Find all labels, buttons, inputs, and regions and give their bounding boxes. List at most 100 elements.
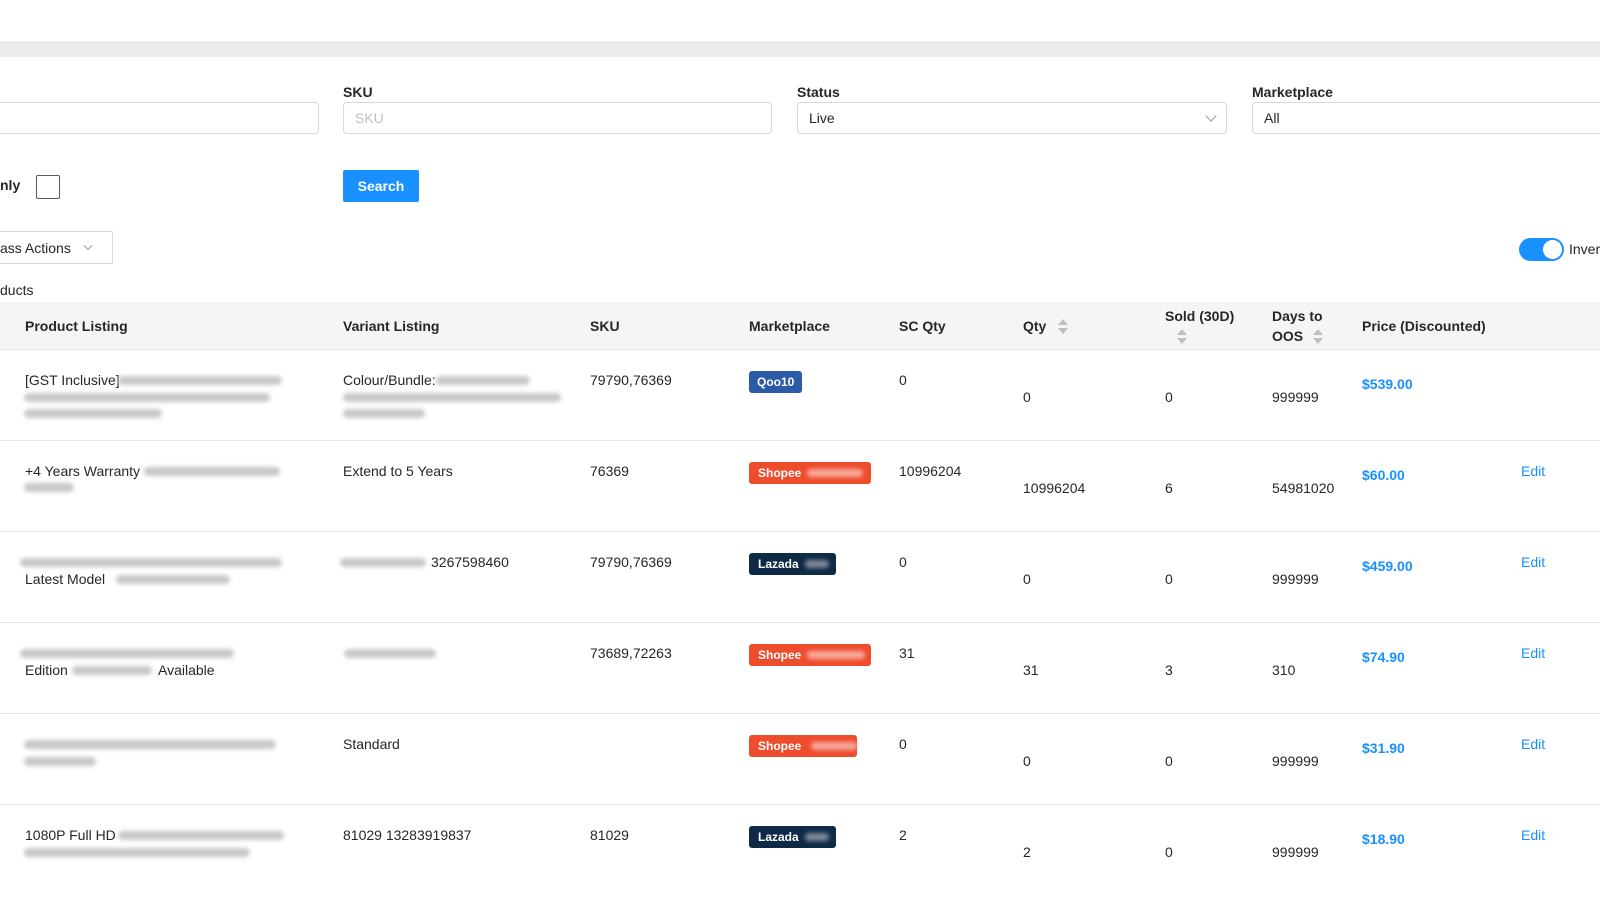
price-cell: $459.00 bbox=[1362, 558, 1413, 574]
redacted-text bbox=[804, 560, 829, 568]
mass-actions-dropdown[interactable]: ass Actions bbox=[0, 231, 113, 264]
days-to-oos-cell: 310 bbox=[1272, 662, 1296, 678]
column-header-marketplace[interactable]: Marketplace bbox=[749, 316, 830, 336]
edit-link[interactable]: Edit bbox=[1521, 554, 1545, 570]
redacted-text bbox=[24, 409, 162, 418]
marketplace-badge-lazada: Lazada bbox=[749, 826, 836, 848]
sold-cell: 0 bbox=[1165, 753, 1173, 769]
redacted-text bbox=[116, 575, 230, 584]
qty-sort-icon[interactable] bbox=[1058, 319, 1068, 335]
table-row: 1080P Full HD 81029 13283919837 81029 La… bbox=[0, 805, 1600, 900]
column-header-qty[interactable]: Qty bbox=[1023, 316, 1046, 336]
sku-cell: 81029 bbox=[590, 827, 629, 843]
badge-label: Qoo10 bbox=[757, 375, 795, 389]
sku-cell: 79790,76369 bbox=[590, 372, 672, 388]
qty-cell: 10996204 bbox=[1023, 480, 1086, 496]
only-checkbox-label: nly bbox=[0, 177, 21, 193]
days-sort-icon[interactable] bbox=[1313, 329, 1323, 345]
days-to-oos-cell: 999999 bbox=[1272, 753, 1319, 769]
redacted-text bbox=[24, 483, 74, 492]
column-header-variant-listing[interactable]: Variant Listing bbox=[343, 316, 439, 336]
product-listing-text: 1080P Full HD bbox=[25, 827, 116, 843]
qty-cell: 2 bbox=[1023, 844, 1031, 860]
sku-cell: 79790,76369 bbox=[590, 554, 672, 570]
sold-sort-icon[interactable] bbox=[1177, 329, 1187, 345]
inventory-toggle[interactable] bbox=[1519, 238, 1564, 261]
marketplace-badge-shopee: Shopee bbox=[749, 735, 857, 757]
sold-cell: 0 bbox=[1165, 389, 1173, 405]
chevron-down-icon bbox=[1205, 110, 1217, 122]
price-cell: $74.90 bbox=[1362, 649, 1405, 665]
table-header: Product Listing Variant Listing SKU Mark… bbox=[0, 302, 1600, 350]
price-cell: $18.90 bbox=[1362, 831, 1405, 847]
chevron-down-icon bbox=[83, 241, 93, 250]
status-label: Status bbox=[797, 84, 840, 100]
product-listing-text: [GST Inclusive] bbox=[25, 372, 120, 388]
edit-link[interactable]: Edit bbox=[1521, 463, 1545, 479]
sku-input[interactable] bbox=[343, 102, 772, 134]
only-checkbox[interactable] bbox=[36, 175, 60, 199]
redacted-text bbox=[807, 469, 864, 477]
sold-cell: 0 bbox=[1165, 844, 1173, 860]
redacted-text bbox=[20, 558, 282, 567]
badge-label: Lazada bbox=[758, 830, 799, 844]
table-row: Latest Model 3267598460 79790,76369 Laza… bbox=[0, 532, 1600, 623]
days-to-oos-cell: 999999 bbox=[1272, 389, 1319, 405]
column-header-days-to-oos[interactable]: Days to OOS bbox=[1272, 306, 1342, 346]
header-divider-band bbox=[0, 41, 1600, 57]
status-select[interactable]: Live bbox=[797, 102, 1227, 134]
marketplace-select[interactable]: All bbox=[1252, 102, 1600, 134]
price-cell: $539.00 bbox=[1362, 376, 1413, 392]
redacted-text bbox=[24, 393, 270, 402]
column-header-product-listing[interactable]: Product Listing bbox=[25, 316, 128, 336]
variant-listing-text: Colour/Bundle: bbox=[343, 372, 436, 388]
redacted-text bbox=[24, 740, 276, 749]
table-row: +4 Years Warranty Extend to 5 Years 7636… bbox=[0, 441, 1600, 532]
table-row: Standard Shopee 0 0 0 999999 $31.90 Edit bbox=[0, 714, 1600, 805]
sold-cell: 3 bbox=[1165, 662, 1173, 678]
variant-listing-text: 81029 13283919837 bbox=[343, 827, 472, 843]
sold-cell: 0 bbox=[1165, 571, 1173, 587]
edit-link[interactable]: Edit bbox=[1521, 645, 1545, 661]
sc-qty-cell: 31 bbox=[899, 645, 915, 661]
qty-cell: 0 bbox=[1023, 753, 1031, 769]
product-search-input[interactable] bbox=[0, 102, 319, 134]
marketplace-label: Marketplace bbox=[1252, 84, 1333, 100]
sc-qty-cell: 0 bbox=[899, 554, 907, 570]
redacted-text bbox=[340, 558, 426, 567]
qty-cell: 31 bbox=[1023, 662, 1039, 678]
product-listing-text: Latest Model bbox=[25, 571, 106, 587]
edit-link[interactable]: Edit bbox=[1521, 827, 1545, 843]
product-listing-text: Edition bbox=[25, 662, 68, 678]
variant-listing-text: Extend to 5 Years bbox=[343, 463, 453, 479]
days-to-oos-cell: 999999 bbox=[1272, 844, 1319, 860]
badge-label: Lazada bbox=[758, 557, 799, 571]
redacted-text bbox=[344, 649, 436, 658]
column-header-price-discounted[interactable]: Price (Discounted) bbox=[1362, 316, 1486, 336]
badge-label: Shopee bbox=[758, 739, 802, 753]
price-cell: $31.90 bbox=[1362, 740, 1405, 756]
variant-listing-text: 3267598460 bbox=[431, 554, 509, 570]
sc-qty-cell: 2 bbox=[899, 827, 907, 843]
redacted-text bbox=[807, 651, 866, 659]
sc-qty-cell: 0 bbox=[899, 736, 907, 752]
redacted-text bbox=[343, 409, 425, 418]
redacted-text bbox=[343, 393, 561, 402]
search-button[interactable]: Search bbox=[343, 170, 419, 202]
top-bar bbox=[0, 0, 1600, 41]
redacted-text bbox=[804, 833, 829, 841]
qty-cell: 0 bbox=[1023, 571, 1031, 587]
column-header-sku[interactable]: SKU bbox=[590, 316, 620, 336]
marketplace-select-value: All bbox=[1264, 110, 1280, 126]
table-row: Edition Available 73689,72263 Shopee 31 … bbox=[0, 623, 1600, 714]
sold-cell: 6 bbox=[1165, 480, 1173, 496]
redacted-text bbox=[811, 742, 857, 750]
product-listing-text: +4 Years Warranty bbox=[25, 463, 141, 479]
column-header-sold-30d[interactable]: Sold (30D) bbox=[1165, 306, 1234, 326]
edit-link[interactable]: Edit bbox=[1521, 736, 1545, 752]
redacted-text bbox=[24, 757, 96, 766]
redacted-text bbox=[436, 376, 530, 385]
column-header-sc-qty[interactable]: SC Qty bbox=[899, 316, 946, 336]
status-select-value: Live bbox=[809, 110, 835, 126]
mass-actions-label: ass Actions bbox=[0, 239, 71, 256]
